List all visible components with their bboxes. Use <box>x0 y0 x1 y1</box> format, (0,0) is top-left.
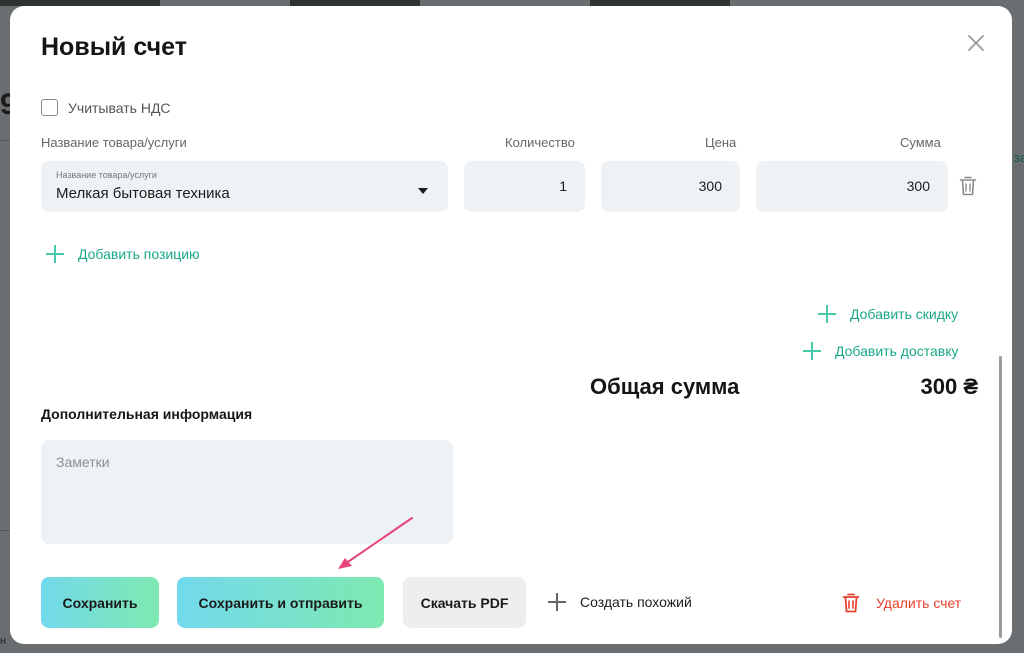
price-value: 300 <box>698 178 722 194</box>
add-position-label: Добавить позицию <box>78 246 200 262</box>
background-link-fragment: за <box>1014 150 1024 165</box>
background-text-fragment: н <box>0 635 7 647</box>
create-similar-label: Создать похожий <box>580 594 692 610</box>
modal-scrollbar[interactable] <box>999 356 1002 638</box>
save-button-label: Сохранить <box>62 594 138 611</box>
sum-value: 300 <box>906 178 930 194</box>
column-header-name: Название товара/услуги <box>41 135 187 150</box>
product-select[interactable]: Название товара/услуги Мелкая бытовая те… <box>41 161 448 212</box>
add-discount-button[interactable]: Добавить скидку <box>818 305 958 323</box>
column-header-quantity: Количество <box>505 135 575 150</box>
product-select-value: Мелкая бытовая техника <box>56 185 230 202</box>
modal-title: Новый счет <box>41 33 187 61</box>
vat-label: Учитывать НДС <box>68 99 171 116</box>
sum-field[interactable]: 300 <box>756 161 948 212</box>
download-pdf-button-label: Скачать PDF <box>420 594 509 611</box>
plus-icon <box>803 342 821 360</box>
quantity-value: 1 <box>559 178 567 194</box>
add-delivery-button[interactable]: Добавить доставку <box>803 342 958 360</box>
delete-invoice-button[interactable]: Удалить счет <box>842 593 961 613</box>
price-input[interactable]: 300 <box>601 161 740 212</box>
save-and-send-button-label: Сохранить и отправить <box>198 594 363 611</box>
annotation-arrow-icon <box>338 517 413 569</box>
vat-toggle[interactable]: Учитывать НДС <box>41 99 171 116</box>
quantity-input[interactable]: 1 <box>464 161 585 212</box>
trash-icon <box>842 593 860 613</box>
delete-invoice-label: Удалить счет <box>876 595 962 611</box>
total-value: 300 ₴ <box>920 374 979 399</box>
save-and-send-button[interactable]: Сохранить и отправить <box>177 577 384 628</box>
delete-row-trash-icon[interactable] <box>959 176 977 196</box>
column-header-price: Цена <box>705 135 737 150</box>
new-invoice-modal: Новый счет Учитывать НДС Название товара… <box>10 6 1012 644</box>
add-delivery-label: Добавить доставку <box>835 343 959 359</box>
plus-icon <box>548 593 566 611</box>
plus-icon <box>46 245 64 263</box>
save-button[interactable]: Сохранить <box>41 577 159 628</box>
plus-icon <box>818 305 836 323</box>
total-label: Общая сумма <box>590 374 740 399</box>
add-discount-label: Добавить скидку <box>850 306 959 322</box>
download-pdf-button[interactable]: Скачать PDF <box>403 577 526 628</box>
vat-checkbox[interactable] <box>41 99 58 116</box>
caret-down-icon <box>418 188 428 194</box>
create-similar-button[interactable]: Создать похожий <box>548 593 692 611</box>
add-position-button[interactable]: Добавить позицию <box>46 245 200 263</box>
product-select-label: Название товара/услуги <box>56 170 157 180</box>
column-header-sum: Сумма <box>900 135 941 150</box>
additional-info-title: Дополнительная информация <box>41 406 253 422</box>
close-icon[interactable] <box>965 32 987 54</box>
